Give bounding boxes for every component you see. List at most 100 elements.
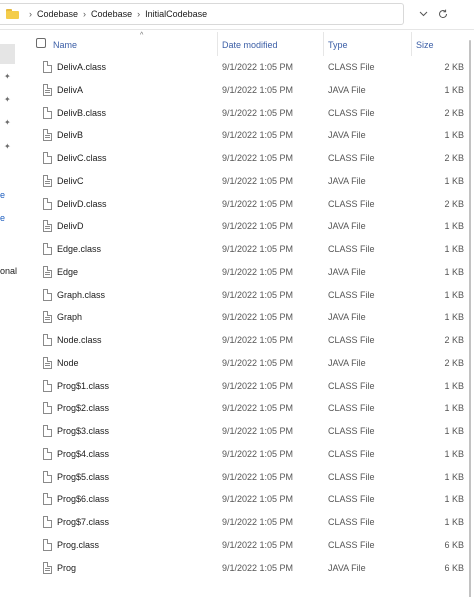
pin-icon[interactable]: ✦ xyxy=(4,143,12,151)
file-name: DelivA xyxy=(57,84,84,95)
file-type: CLASS File xyxy=(328,403,375,414)
file-type: CLASS File xyxy=(328,471,375,482)
java-file-icon xyxy=(43,356,52,369)
file-row[interactable]: DelivD 9/1/2022 1:05 PM JAVA File 1 KB xyxy=(18,215,464,237)
file-type: JAVA File xyxy=(328,84,366,95)
file-name: Prog$3.class xyxy=(57,426,110,436)
class-file-icon xyxy=(43,516,52,528)
file-name: DelivD.class xyxy=(57,198,107,209)
column-date-modified[interactable]: Date modified xyxy=(222,40,278,50)
address-bar: › Codebase › Codebase › InitialCodebase xyxy=(0,0,474,30)
file-date-modified: 9/1/2022 1:05 PM xyxy=(222,84,294,95)
vertical-scrollbar[interactable] xyxy=(466,30,474,597)
file-date-modified: 9/1/2022 1:05 PM xyxy=(222,380,294,391)
file-row[interactable]: DelivA 9/1/2022 1:05 PM JAVA File 1 KB xyxy=(18,79,464,101)
file-name: Node xyxy=(57,357,79,368)
column-name[interactable]: Name xyxy=(53,40,77,50)
scrollbar-thumb[interactable] xyxy=(469,40,471,597)
file-type: CLASS File xyxy=(328,494,375,505)
file-row[interactable]: DelivB 9/1/2022 1:05 PM JAVA File 1 KB xyxy=(18,124,464,146)
java-file-icon xyxy=(43,265,52,278)
column-divider[interactable] xyxy=(411,32,412,56)
nav-selected-item[interactable] xyxy=(0,44,15,64)
file-row[interactable]: DelivC.class 9/1/2022 1:05 PM CLASS File 2 … xyxy=(18,147,464,169)
file-name: DelivA.class xyxy=(57,62,107,72)
file-type: CLASS File xyxy=(328,244,375,254)
breadcrumb[interactable]: › Codebase › Codebase › InitialCodebase xyxy=(0,3,404,25)
class-file-icon xyxy=(43,61,52,73)
file-type: JAVA File xyxy=(328,175,366,186)
class-file-icon xyxy=(43,334,52,346)
file-name: DelivB xyxy=(57,130,84,141)
pin-icon[interactable]: ✦ xyxy=(4,73,12,81)
file-type: CLASS File xyxy=(328,539,375,550)
file-date-modified: 9/1/2022 1:05 PM xyxy=(222,198,294,209)
file-row[interactable]: DelivA.class 9/1/2022 1:05 PM CLASS File 2 … xyxy=(18,56,464,78)
file-row[interactable]: Prog$6.class 9/1/2022 1:05 PM CLASS File 1 … xyxy=(18,488,464,510)
file-row[interactable]: Prog$7.class 9/1/2022 1:05 PM CLASS File 1 … xyxy=(18,511,464,533)
file-date-modified: 9/1/2022 1:05 PM xyxy=(222,426,294,436)
file-size: 1 KB xyxy=(444,266,464,277)
java-file-icon xyxy=(43,83,52,96)
file-name: Edge.class xyxy=(57,244,102,254)
file-date-modified: 9/1/2022 1:05 PM xyxy=(222,517,294,527)
file-size: 1 KB xyxy=(444,471,464,482)
class-file-icon xyxy=(43,243,52,255)
file-row[interactable]: Prog$3.class 9/1/2022 1:05 PM CLASS File 1 … xyxy=(18,420,464,442)
chevron-right-icon[interactable]: › xyxy=(83,9,86,19)
column-divider[interactable] xyxy=(217,32,218,56)
navigation-pane: ✦ ✦ ✦ ✦ e e onal xyxy=(0,30,18,597)
column-type[interactable]: Type xyxy=(328,40,348,50)
column-divider[interactable] xyxy=(323,32,324,56)
file-date-modified: 9/1/2022 1:05 PM xyxy=(222,312,294,323)
file-row[interactable]: Prog$4.class 9/1/2022 1:05 PM CLASS File 1 … xyxy=(18,443,464,465)
chevron-down-icon[interactable] xyxy=(412,3,434,25)
file-size: 1 KB xyxy=(444,175,464,186)
file-row[interactable]: Prog 9/1/2022 1:05 PM JAVA File 6 KB xyxy=(18,557,464,579)
refresh-icon[interactable] xyxy=(432,3,454,25)
file-row[interactable]: Node.class 9/1/2022 1:05 PM CLASS File 2 KB xyxy=(18,329,464,351)
file-row[interactable]: DelivD.class 9/1/2022 1:05 PM CLASS File 2 … xyxy=(18,193,464,215)
file-row[interactable]: Prog$5.class 9/1/2022 1:05 PM CLASS File 1 … xyxy=(18,466,464,488)
file-type: CLASS File xyxy=(328,198,375,209)
file-name: Graph xyxy=(57,312,83,323)
file-name: Prog$5.class xyxy=(57,471,110,482)
file-row[interactable]: DelivB.class 9/1/2022 1:05 PM CLASS File 2 … xyxy=(18,102,464,124)
nav-item-fragment[interactable]: e xyxy=(0,190,5,200)
file-date-modified: 9/1/2022 1:05 PM xyxy=(222,471,294,482)
file-row[interactable]: Node 9/1/2022 1:05 PM JAVA File 2 KB xyxy=(18,352,464,374)
breadcrumb-item-codebase-2[interactable]: Codebase xyxy=(91,9,132,19)
chevron-right-icon[interactable]: › xyxy=(137,9,140,19)
pin-icon[interactable]: ✦ xyxy=(4,96,12,104)
file-name: Node.class xyxy=(57,335,102,345)
file-name: DelivC xyxy=(57,175,84,186)
file-row[interactable]: Graph 9/1/2022 1:05 PM JAVA File 1 KB xyxy=(18,306,464,328)
file-row[interactable]: Edge 9/1/2022 1:05 PM JAVA File 1 KB xyxy=(18,261,464,283)
column-size[interactable]: Size xyxy=(416,40,434,50)
file-size: 1 KB xyxy=(444,84,464,95)
file-row[interactable]: Prog$1.class 9/1/2022 1:05 PM CLASS File 1 … xyxy=(18,375,464,397)
file-size: 2 KB xyxy=(444,107,464,118)
file-row[interactable]: Graph.class 9/1/2022 1:05 PM CLASS File 1 K… xyxy=(18,284,464,306)
file-row[interactable]: DelivC 9/1/2022 1:05 PM JAVA File 1 KB xyxy=(18,170,464,192)
file-size: 2 KB xyxy=(444,198,464,209)
file-row[interactable]: Edge.class 9/1/2022 1:05 PM CLASS File 1 KB xyxy=(18,238,464,260)
sort-ascending-icon[interactable]: ^ xyxy=(140,32,143,39)
class-file-icon xyxy=(43,493,52,506)
file-row[interactable]: Prog$2.class 9/1/2022 1:05 PM CLASS File 1 … xyxy=(18,397,464,419)
file-date-modified: 9/1/2022 1:05 PM xyxy=(222,562,294,573)
nav-item-fragment[interactable]: e xyxy=(0,213,5,223)
file-row[interactable]: Prog.class 9/1/2022 1:05 PM CLASS File 6 KB xyxy=(18,534,464,556)
file-date-modified: 9/1/2022 1:05 PM xyxy=(222,153,294,163)
nav-item-fragment[interactable]: onal xyxy=(0,266,17,276)
pin-icon[interactable]: ✦ xyxy=(4,119,12,127)
file-name: Prog.class xyxy=(57,539,100,550)
breadcrumb-item-codebase[interactable]: Codebase xyxy=(37,9,78,19)
file-type: CLASS File xyxy=(328,62,375,72)
file-size: 2 KB xyxy=(444,357,464,368)
chevron-right-icon[interactable]: › xyxy=(29,9,32,19)
file-type: JAVA File xyxy=(328,266,366,277)
file-type: CLASS File xyxy=(328,335,375,345)
select-all-checkbox[interactable] xyxy=(36,38,46,48)
breadcrumb-item-initialcodebase[interactable]: InitialCodebase xyxy=(145,9,207,19)
